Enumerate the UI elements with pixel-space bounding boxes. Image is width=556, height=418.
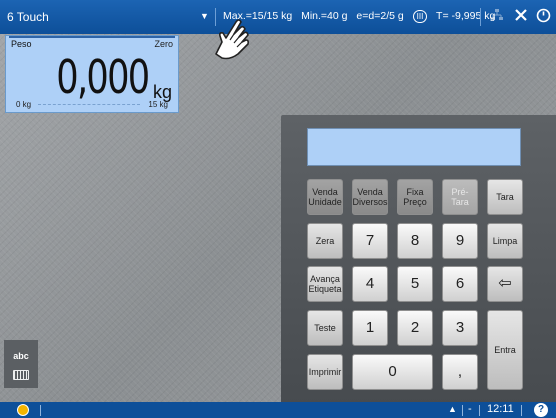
power-icon[interactable] [534,8,552,26]
comma-key[interactable]: , [442,354,478,390]
bottom-bar: ▲ - 12:11 ? [0,402,556,418]
key-5[interactable]: 5 [397,266,433,302]
venda-diversos-button[interactable]: Venda Diversos [352,179,388,215]
network-icon[interactable] [488,8,506,26]
divider [479,405,480,416]
pre-tara-button[interactable]: Pré-Tara [442,179,478,215]
range-bar [38,104,140,105]
weight-display: Peso Zero 0,000 kg 0 kg 15 kg [5,35,179,113]
key-8[interactable]: 8 [397,223,433,259]
key-6[interactable]: 6 [442,266,478,302]
key-1[interactable]: 1 [352,310,388,346]
range-min: 0 kg [16,100,32,109]
clock: 12:11 [487,403,514,415]
weight-value: 0,000 [55,50,150,104]
fixa-preco-button[interactable]: Fixa Preço [397,179,433,215]
teste-button[interactable]: Teste [307,310,343,346]
division: e=d=2/5 g [356,10,404,22]
keypad-display [307,128,521,166]
min-capacity: Min.=40 g [301,10,348,22]
tara-button[interactable]: Tara [487,179,523,215]
zero-indicator: Zero [154,39,173,49]
keyboard-icon [13,370,29,380]
entra-button[interactable]: Entra [487,310,523,390]
touch-pointer-icon [215,19,250,60]
divider [480,8,481,26]
tare-value: T= -9,995 kg [436,10,496,22]
abc-label: abc [13,351,29,361]
key-4[interactable]: 4 [352,266,388,302]
range-max: 15 kg [148,100,168,109]
close-icon[interactable] [512,8,530,26]
keypad-panel: Venda Unidade Venda Diversos Fixa Preço … [281,115,556,405]
key-2[interactable]: 2 [397,310,433,346]
venda-unidade-button[interactable]: Venda Unidade [307,179,343,215]
zera-button[interactable]: Zera [307,223,343,259]
limpa-button[interactable]: Limpa [487,223,523,259]
divider [521,405,522,416]
status-indicator-icon[interactable] [17,404,29,416]
app-title: 6 Touch [7,10,49,24]
avanca-etiqueta-button[interactable]: Avança Etiqueta [307,266,343,302]
key-3[interactable]: 3 [442,310,478,346]
dropdown-arrow-icon[interactable]: ▼ [200,11,209,21]
accuracy-class-badge: III [412,10,428,23]
up-arrow-icon[interactable]: ▲ [448,404,457,414]
top-bar: 6 Touch ▼ Max.=15/15 kg Min.=40 g e=d=2/… [0,0,556,34]
help-icon[interactable]: ? [534,403,548,417]
divider [40,405,41,416]
imprimir-button[interactable]: Imprimir [307,354,343,390]
key-9[interactable]: 9 [442,223,478,259]
stability-bar [9,36,175,38]
key-7[interactable]: 7 [352,223,388,259]
bottom-dash: - [468,403,472,415]
key-0[interactable]: 0 [352,354,433,390]
scale-info: Max.=15/15 kg Min.=40 g e=d=2/5 g III T=… [223,10,501,23]
input-mode-toggle[interactable]: abc [4,340,38,388]
divider [462,405,463,416]
weight-label: Peso [11,39,32,49]
backspace-button[interactable]: ⇦ [487,266,523,302]
